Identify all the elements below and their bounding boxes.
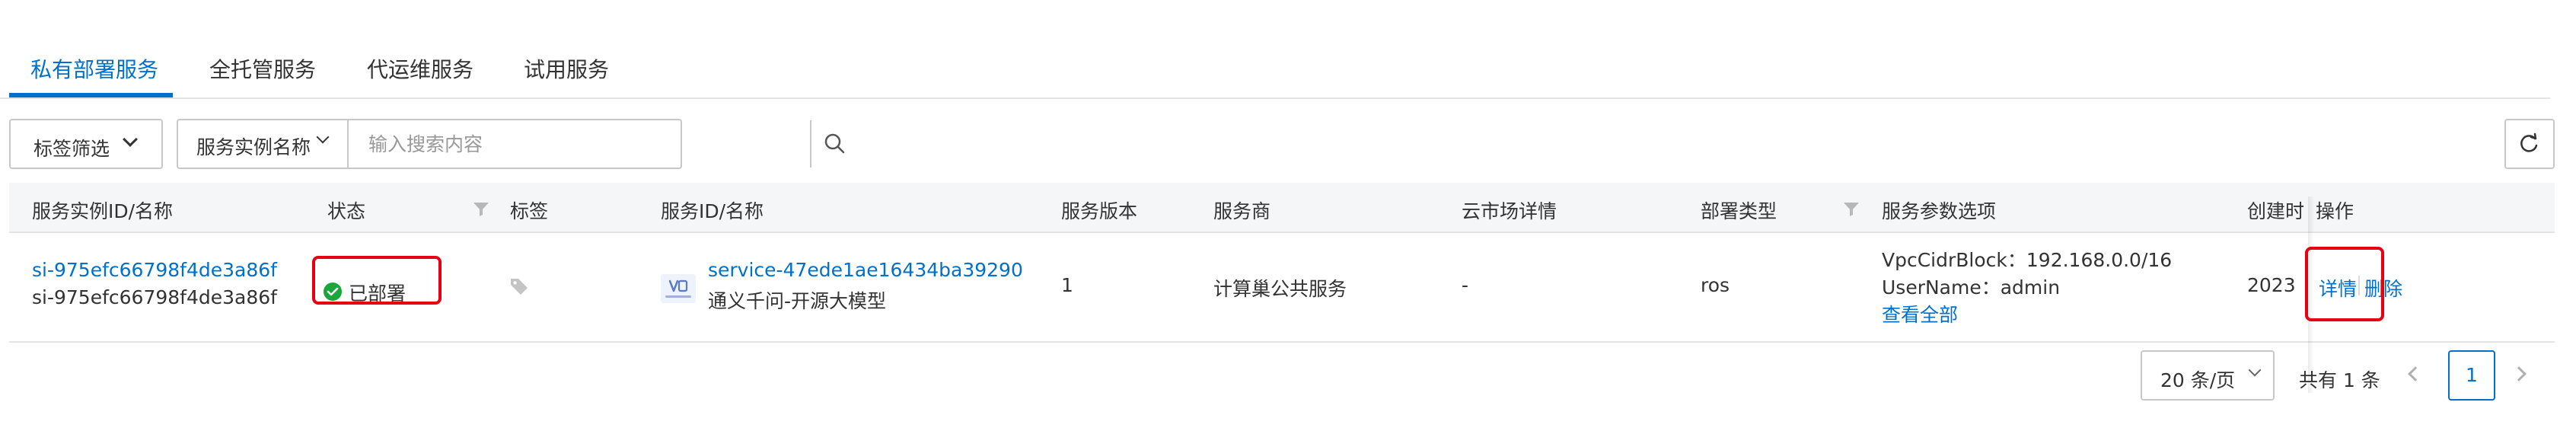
- tab-trial[interactable]: 试用服务: [524, 53, 609, 84]
- tag-icon[interactable]: [509, 276, 530, 297]
- header-instance: 服务实例ID/名称: [32, 200, 174, 222]
- service-tabs: 私有部署服务 全托管服务 代运维服务 试用服务: [0, 0, 2550, 99]
- header-version: 服务版本: [1061, 200, 1138, 222]
- filter-icon[interactable]: [472, 200, 490, 218]
- page-number-current[interactable]: 1: [2448, 350, 2495, 401]
- tab-private-deploy[interactable]: 私有部署服务: [30, 53, 158, 84]
- header-deploy-type: 部署类型: [1701, 200, 1777, 222]
- header-provider: 服务商: [1213, 200, 1271, 222]
- pagination: 20 条/页 共有 1 条 1: [0, 350, 2576, 404]
- chevron-down-icon: [2248, 363, 2262, 377]
- table-row: si-975efc66798f4de3a86f si-975efc66798f4…: [9, 196, 2555, 393]
- tag-filter-button[interactable]: 标签筛选: [9, 119, 163, 169]
- header-params: 服务参数选项: [1882, 200, 1997, 222]
- service-name: 通义千问-开源大模型: [708, 290, 887, 312]
- tab-managed-ops[interactable]: 代运维服务: [367, 53, 473, 84]
- service-version: 1: [1061, 274, 1073, 296]
- instance-id-link[interactable]: si-975efc66798f4de3a86f: [32, 259, 277, 281]
- service-id-link[interactable]: service-47ede1ae16434ba39290: [708, 259, 1023, 281]
- deploy-type: ros: [1701, 274, 1730, 296]
- header-market: 云市场详情: [1462, 200, 1557, 222]
- refresh-icon: [2520, 132, 2538, 152]
- header-service: 服务ID/名称: [661, 200, 764, 222]
- status-highlight-box: [312, 256, 442, 305]
- search-field-label: 服务实例名称: [196, 136, 311, 158]
- header-created: 创建时: [2247, 200, 2305, 222]
- search-button[interactable]: [810, 120, 857, 168]
- param-username: UserName：admin: [1882, 276, 2061, 299]
- chevron-left-icon[interactable]: [2408, 366, 2423, 382]
- chevron-down-icon: [316, 130, 330, 144]
- header-tags: 标签: [510, 200, 549, 222]
- search-group: 服务实例名称: [177, 119, 845, 169]
- page-size-label: 20 条/页: [2160, 369, 2236, 391]
- service-provider: 计算巢公共服务: [1213, 278, 1347, 300]
- page-size-select[interactable]: 20 条/页: [2141, 350, 2275, 401]
- tag-filter-label: 标签筛选: [33, 138, 110, 160]
- chevron-down-icon: [123, 132, 138, 147]
- chevron-right-icon[interactable]: [2511, 366, 2527, 382]
- table-header: 服务实例ID/名称 状态 标签 服务ID/名称 服务版本 服务商 云市场详情 部…: [9, 183, 2555, 233]
- total-count: 共有 1 条: [2299, 369, 2380, 391]
- search-input[interactable]: [350, 120, 810, 168]
- active-tab-indicator: [9, 93, 173, 97]
- refresh-button[interactable]: [2504, 119, 2555, 169]
- search-icon: [824, 133, 845, 154]
- header-status: 状态: [327, 200, 366, 222]
- tab-fully-managed[interactable]: 全托管服务: [209, 53, 316, 84]
- instance-name: si-975efc66798f4de3a86f: [32, 286, 277, 308]
- toolbar: 标签筛选 服务实例名称: [0, 119, 2576, 172]
- detail-highlight-box: [2305, 247, 2384, 321]
- filter-icon[interactable]: [1842, 200, 1860, 218]
- service-logo-icon: [661, 274, 696, 303]
- header-actions: 操作: [2316, 200, 2354, 222]
- created-time: 2023: [2247, 274, 2296, 296]
- param-vpc-cidr: VpcCidrBlock：192.168.0.0/16: [1882, 249, 2173, 271]
- search-field-select[interactable]: 服务实例名称: [178, 120, 349, 168]
- view-all-params-link[interactable]: 查看全部: [1882, 300, 1958, 327]
- market-detail: -: [1462, 274, 1469, 296]
